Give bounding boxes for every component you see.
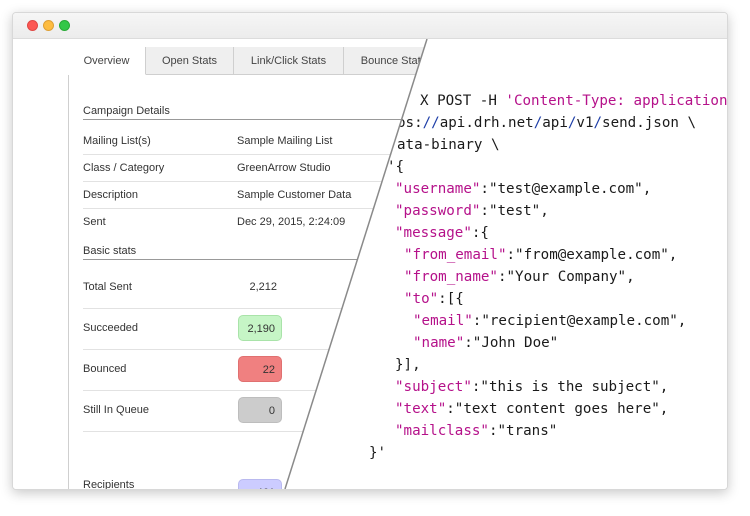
- json-key: "message": [395, 225, 472, 241]
- code-text: /: [593, 115, 603, 131]
- code-text: //: [422, 115, 440, 131]
- code-line-curl: X POST -H 'Content-Type: application/j: [420, 91, 728, 111]
- json-key: "from_email": [404, 247, 507, 263]
- code-line-open: '{: [387, 159, 405, 175]
- detail-label: Mailing List(s): [83, 135, 151, 147]
- json-value: :{: [471, 225, 489, 241]
- code-line-email: "email":"recipient@example.com",: [413, 311, 686, 331]
- detail-value: GreenArrow Studio: [237, 162, 331, 174]
- json-value: :"text content goes here",: [446, 401, 669, 417]
- tab-link-click-stats[interactable]: Link/Click Stats: [234, 47, 344, 75]
- json-value: :"test@example.com",: [480, 181, 652, 197]
- minimize-window-button[interactable]: [43, 20, 54, 31]
- json-key: "to": [404, 291, 439, 307]
- code-line-subject: "subject":"this is the subject",: [395, 377, 668, 397]
- code-text: v1: [576, 115, 594, 131]
- code-line-data-binary: ata-binary \: [397, 137, 500, 153]
- code-line-text: "text":"text content goes here",: [395, 399, 668, 419]
- json-key: "name": [413, 335, 465, 351]
- close-window-button[interactable]: [27, 20, 38, 31]
- code-line-close-to: }],: [395, 357, 421, 373]
- code-line-from-email: "from_email":"from@example.com",: [404, 245, 677, 265]
- json-key: "password": [395, 203, 481, 219]
- browser-window: Overview Open Stats Link/Click Stats Bou…: [12, 12, 728, 490]
- json-value: :"John Doe": [464, 335, 559, 351]
- code-text: /: [533, 115, 543, 131]
- code-line-end: }': [369, 445, 387, 461]
- campaign-details-heading: Campaign Details: [83, 105, 427, 120]
- stat-label: Succeeded: [83, 322, 139, 334]
- opened-badge: 461: [238, 479, 282, 489]
- detail-label: Description: [83, 189, 139, 201]
- zoom-window-button[interactable]: [59, 20, 70, 31]
- json-value: :"test",: [480, 203, 549, 219]
- stat-value: 2,212: [249, 281, 277, 293]
- json-value: :"recipient@example.com",: [472, 313, 687, 329]
- detail-value: Sample Mailing List: [237, 135, 333, 147]
- stat-label: Recipients Opened: [83, 479, 135, 490]
- code-text: api: [542, 115, 568, 131]
- json-key: "text": [395, 401, 447, 417]
- queue-badge: 0: [238, 397, 282, 423]
- detail-row-mailing-list: Mailing List(s) Sample Mailing List: [83, 127, 427, 155]
- code-line-mailclass: "mailclass":"trans": [395, 421, 557, 441]
- json-key: "username": [395, 181, 481, 197]
- code-line-username: "username":"test@example.com",: [395, 179, 651, 199]
- detail-label: Class / Category: [83, 162, 165, 174]
- stat-label: Bounced: [83, 363, 127, 375]
- tab-open-stats[interactable]: Open Stats: [146, 47, 234, 75]
- succeeded-badge: 2,190: [238, 315, 282, 341]
- code-line-password: "password":"test",: [395, 201, 549, 221]
- tab-overview[interactable]: Overview: [68, 47, 146, 75]
- detail-value: Dec 29, 2015, 2:24:09: [237, 216, 346, 228]
- code-line-name: "name":"John Doe": [413, 333, 558, 353]
- json-key: "email": [413, 313, 473, 329]
- json-value: :[{: [438, 291, 464, 307]
- code-line-url: os://api.drh.net/api/v1/send.json \: [397, 113, 696, 133]
- json-value: :"from@example.com",: [506, 247, 678, 263]
- code-text: 'Content-Type: application/j: [505, 93, 728, 109]
- detail-value: Sample Customer Data: [237, 189, 352, 201]
- window-content: Overview Open Stats Link/Click Stats Bou…: [13, 39, 727, 489]
- code-line-to: "to":[{: [404, 289, 464, 309]
- json-key: "subject": [395, 379, 472, 395]
- json-value: :"this is the subject",: [471, 379, 669, 395]
- json-key: "mailclass": [395, 423, 489, 439]
- stat-label: Total Sent: [83, 281, 132, 293]
- code-text: X POST -H: [420, 93, 506, 109]
- json-value: :"trans": [488, 423, 558, 439]
- bounced-badge: 22: [238, 356, 282, 382]
- code-line-message: "message":{: [395, 223, 489, 243]
- code-line-from-name: "from_name":"Your Company",: [404, 267, 635, 287]
- code-text: api.drh.net: [439, 115, 534, 131]
- stat-label: Still In Queue: [83, 404, 150, 416]
- title-bar: [13, 13, 727, 39]
- code-text: send.json \: [602, 115, 697, 131]
- json-key: "from_name": [404, 269, 498, 285]
- json-value: :"Your Company",: [497, 269, 635, 285]
- detail-label: Sent: [83, 216, 106, 228]
